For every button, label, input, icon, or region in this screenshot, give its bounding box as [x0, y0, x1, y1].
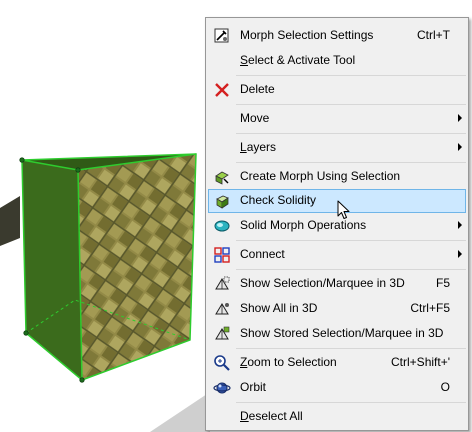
menu-item-orbit[interactable]: Orbit O: [208, 376, 466, 400]
submenu-arrow-icon: [458, 114, 462, 122]
create-morph-icon: [215, 171, 229, 185]
menu-item-create-morph[interactable]: Create Morph Using Selection: [208, 165, 466, 189]
ground-shadow-bottom: [150, 392, 210, 432]
menu-item-label: Create Morph Using Selection: [240, 169, 401, 183]
submenu-arrow-icon: [458, 221, 462, 229]
menu-separator: [236, 162, 466, 163]
morph-settings-icon: [214, 28, 229, 43]
menu-separator: [236, 269, 466, 270]
morph-front-shade: [78, 154, 196, 380]
menu-item-label: Solid Morph Operations: [240, 218, 367, 232]
show-stored-3d-icon: [215, 326, 230, 340]
mouse-cursor-icon: [337, 200, 350, 219]
menu-item-show-stored-3d[interactable]: Show Stored Selection/Marquee in 3D: [208, 322, 466, 346]
menu-item-label: Move: [240, 111, 270, 125]
delete-x-icon: [215, 83, 229, 97]
menu-item-shortcut: F5: [435, 276, 450, 290]
menu-item-move[interactable]: Move: [208, 107, 466, 131]
menu-item-layers[interactable]: Layers: [208, 136, 466, 160]
menu-separator: [236, 402, 466, 403]
menu-item-connect[interactable]: Connect: [208, 243, 466, 267]
zoom-selection-icon: [214, 355, 230, 371]
menu-item-morph-selection-settings[interactable]: Morph Selection Settings Ctrl+T: [208, 24, 466, 48]
menu-item-delete[interactable]: Delete: [208, 78, 466, 102]
ground-shadow-left: [0, 196, 20, 246]
menu-item-show-all-3d[interactable]: Show All in 3D Ctrl+F5: [208, 297, 466, 321]
menu-item-label: Zoom to Selection: [240, 355, 337, 369]
menu-item-shortcut: Ctrl+Shift+': [391, 355, 450, 369]
menu-item-label: Orbit: [240, 380, 267, 394]
menu-item-label: Check Solidity: [240, 193, 317, 207]
menu-item-show-selection-3d[interactable]: Show Selection/Marquee in 3D F5: [208, 272, 466, 296]
menu-item-label: Show Selection/Marquee in 3D: [240, 276, 405, 290]
solid-operations-icon: [214, 220, 230, 232]
menu-item-label: Select & Activate Tool: [240, 53, 356, 67]
connect-icon: [214, 247, 230, 263]
menu-item-shortcut: Ctrl+T: [417, 28, 450, 42]
menu-separator: [236, 348, 466, 349]
menu-item-shortcut: O: [440, 380, 450, 394]
menu-separator: [236, 240, 466, 241]
show-all-3d-icon: [215, 303, 229, 315]
show-selection-3d-icon: [215, 276, 230, 290]
menu-item-label: Show Stored Selection/Marquee in 3D: [240, 326, 444, 340]
menu-separator: [236, 75, 466, 76]
menu-item-shortcut: Ctrl+F5: [410, 301, 450, 315]
menu-item-label: Show All in 3D: [240, 301, 318, 315]
menu-item-select-activate-tool[interactable]: Select & Activate Tool: [208, 49, 466, 73]
check-solidity-icon: [216, 195, 229, 209]
context-menu: Morph Selection Settings Ctrl+T Select &…: [205, 17, 469, 431]
menu-item-label: Morph Selection Settings: [240, 28, 374, 42]
menu-item-label: Deselect All: [240, 409, 303, 423]
menu-item-zoom-to-selection[interactable]: Zoom to Selection Ctrl+Shift+': [208, 351, 466, 375]
menu-item-label: Delete: [240, 82, 275, 96]
menu-separator: [236, 133, 466, 134]
submenu-arrow-icon: [458, 143, 462, 151]
menu-item-deselect-all[interactable]: Deselect All: [208, 405, 466, 429]
menu-item-label: Connect: [240, 247, 285, 261]
menu-item-label: Layers: [240, 140, 277, 154]
submenu-arrow-icon: [458, 250, 462, 258]
morph-left-face: [22, 160, 82, 380]
menu-separator: [236, 104, 466, 105]
orbit-icon: [213, 382, 231, 394]
